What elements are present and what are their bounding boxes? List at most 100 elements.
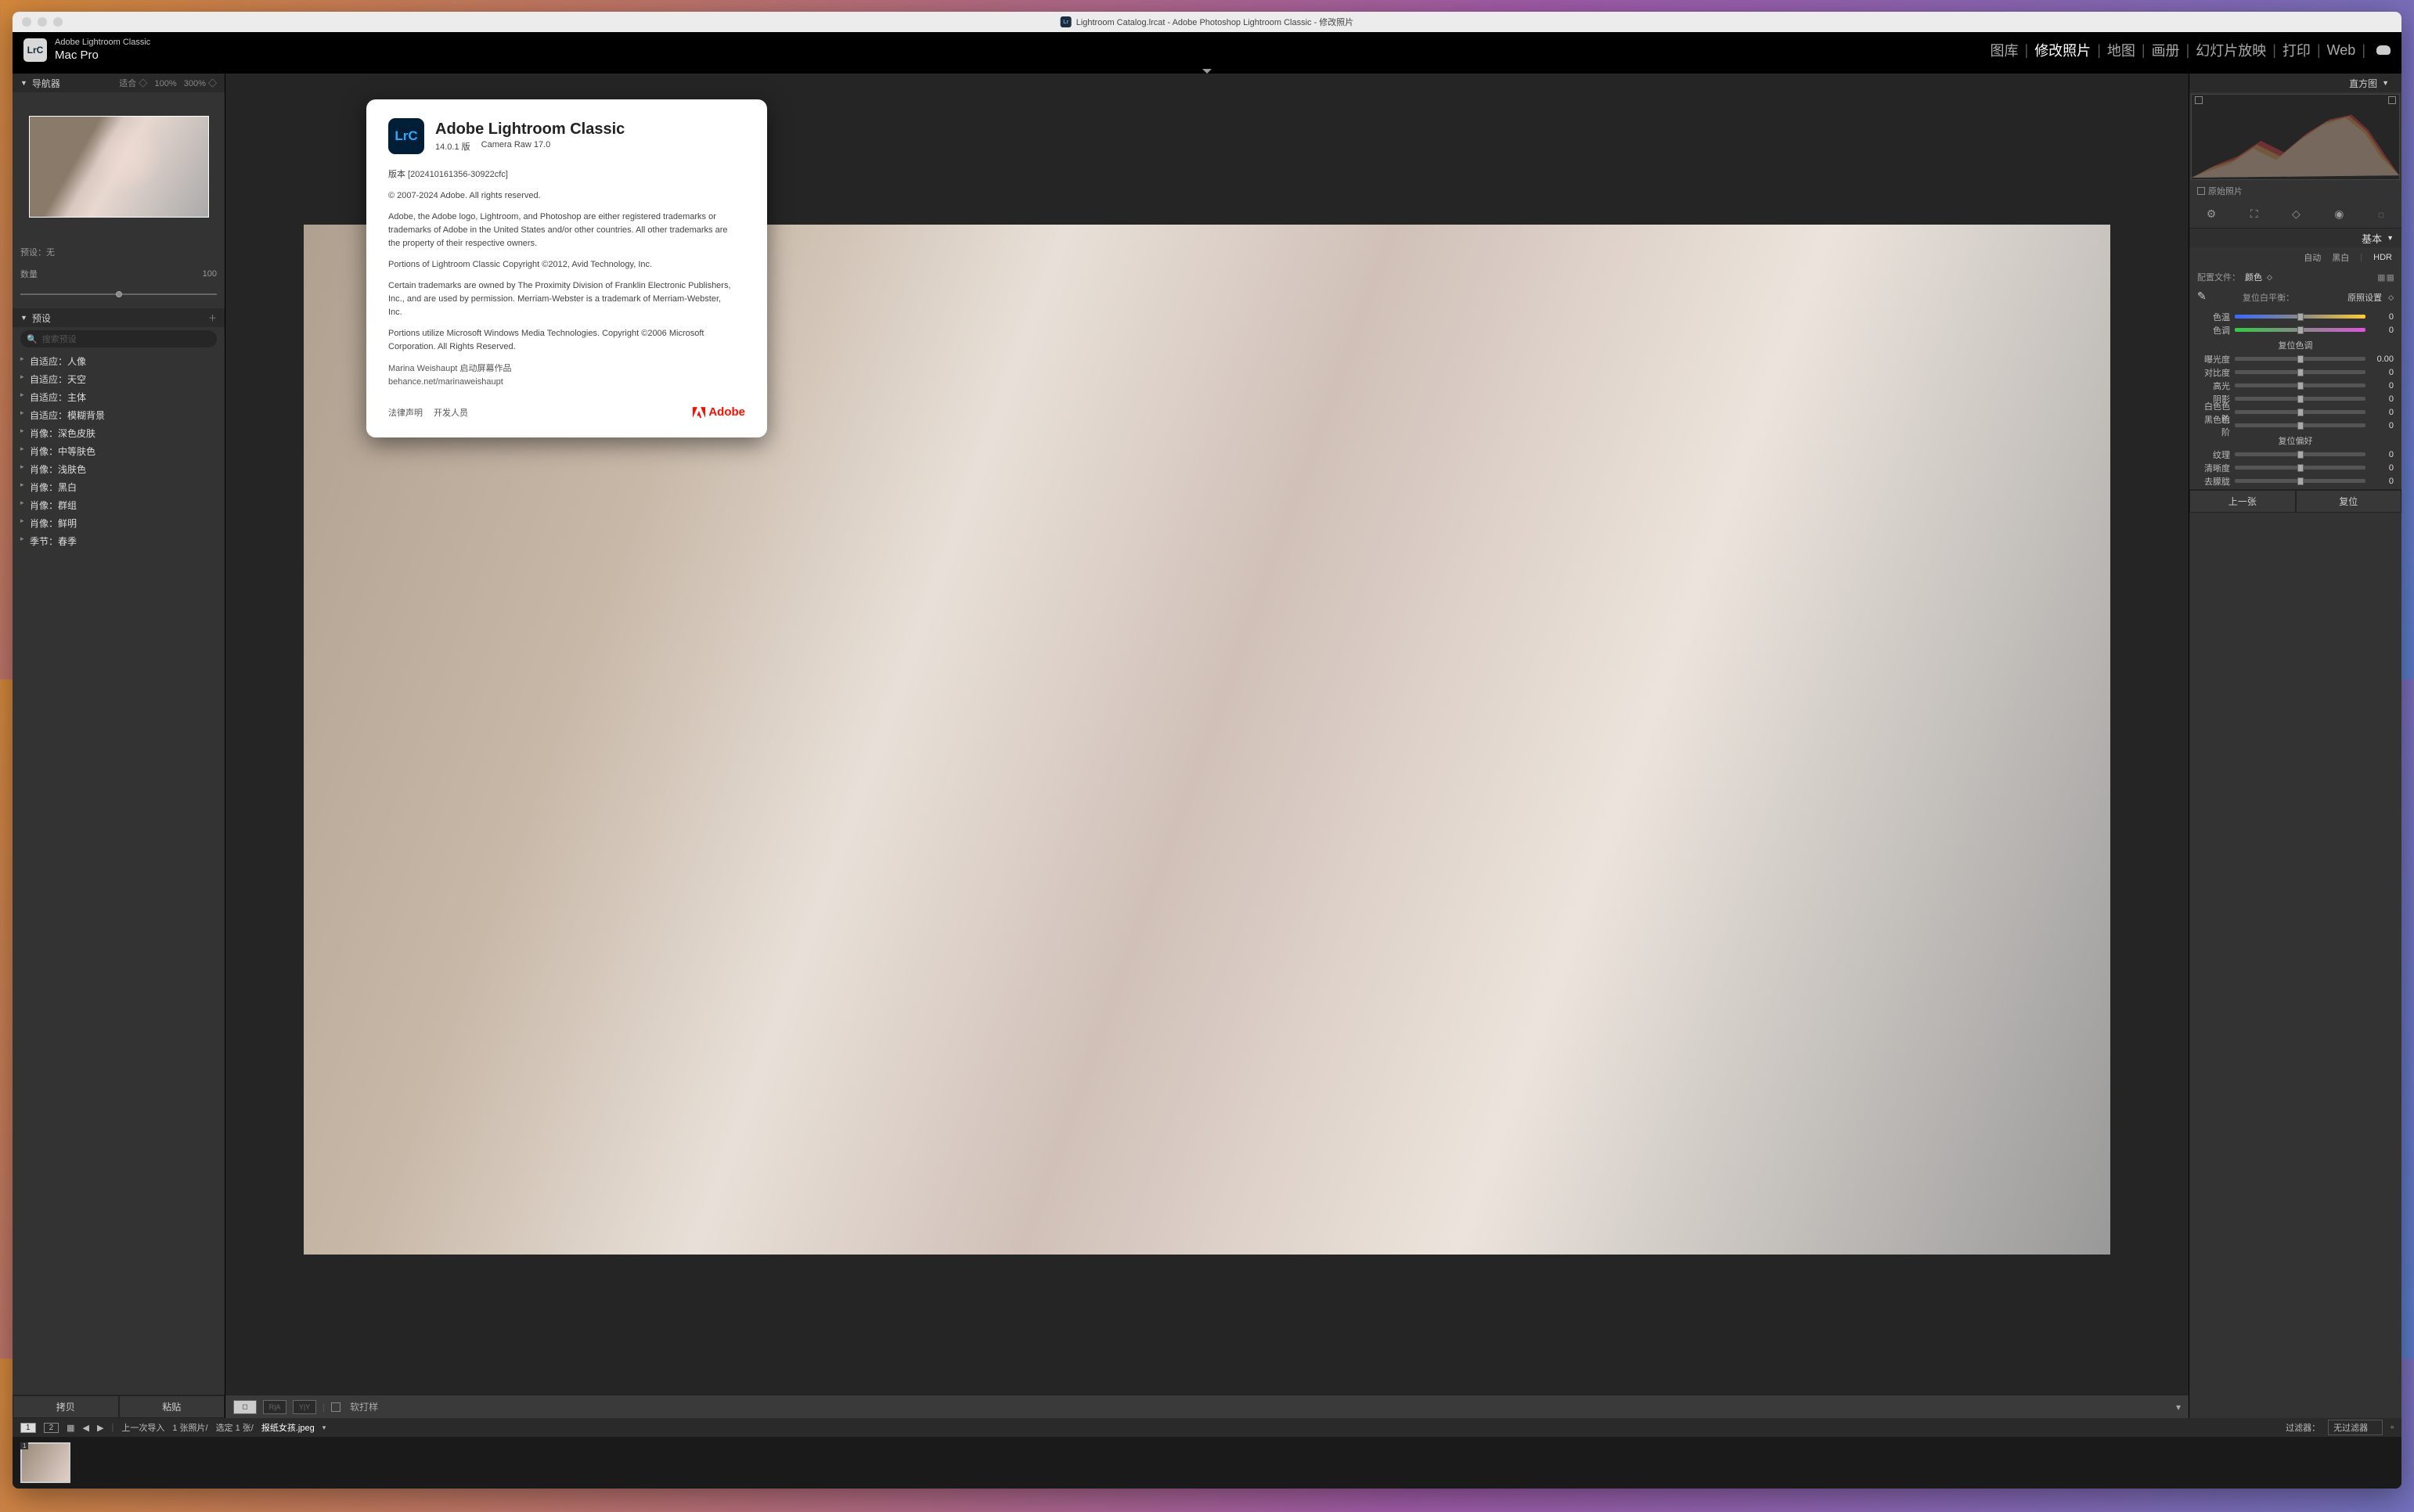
add-preset-icon[interactable]: ＋	[208, 311, 217, 324]
nav-web[interactable]: Web	[2327, 42, 2356, 59]
preset-item[interactable]: 肖像：中等肤色	[13, 442, 225, 460]
clip-highlight-icon[interactable]	[2388, 96, 2396, 104]
filmstrip-bar: 1 2 ▦ ◀ ▶ | 上一次导入 1 张照片/ 选定 1 张/ 报纸女孩.jp…	[13, 1418, 2401, 1437]
chevron-down-icon[interactable]: ◇	[2267, 273, 2272, 282]
paste-button[interactable]: 粘贴	[119, 1395, 225, 1418]
temp-slider[interactable]: 色温0	[2189, 310, 2401, 323]
next-photo-icon[interactable]: ▶	[97, 1423, 103, 1433]
preset-item[interactable]: 肖像：深色皮肤	[13, 424, 225, 442]
histogram-title: 直方图	[2349, 77, 2377, 90]
preset-item[interactable]: 自适应：主体	[13, 388, 225, 406]
about-version: 14.0.1 版	[435, 140, 470, 153]
bw-button[interactable]: 黑白	[2332, 251, 2349, 264]
preset-item[interactable]: 肖像：浅肤色	[13, 460, 225, 478]
filename-dropdown-icon[interactable]: ▾	[322, 1424, 326, 1432]
prev-photo-icon[interactable]: ◀	[83, 1423, 89, 1433]
about-body[interactable]: 版本 [202410161356-30922cfc] © 2007-2024 A…	[388, 168, 745, 398]
source-icon	[2197, 187, 2205, 195]
close-window-button[interactable]	[22, 17, 31, 27]
dehaze-slider[interactable]: 去朦胧0	[2189, 474, 2401, 488]
preset-item[interactable]: 自适应：人像	[13, 352, 225, 370]
navigator-thumbnail[interactable]	[29, 116, 209, 218]
nav-print[interactable]: 打印	[2282, 40, 2311, 60]
screen-1-button[interactable]: 1	[20, 1423, 36, 1433]
blacks-slider[interactable]: 黑色色阶0	[2189, 419, 2401, 432]
preset-item[interactable]: 肖像：鲜明	[13, 514, 225, 532]
clarity-slider[interactable]: 清晰度0	[2189, 461, 2401, 474]
navigator-zoom-controls[interactable]: 适合 ◇ 100% 300% ◇	[119, 77, 217, 89]
about-build: 版本 [202410161356-30922cfc]	[388, 168, 734, 182]
profile-browser-icon[interactable]: ▦ ▦	[2377, 272, 2394, 283]
loupe-view-button[interactable]: ◻	[233, 1400, 257, 1414]
nav-map[interactable]: 地图	[2107, 40, 2135, 60]
preset-search-placeholder: 搜索预设	[42, 333, 77, 345]
adjust-icon[interactable]: ⚙	[2207, 207, 2217, 221]
filmstrip-thumbnail[interactable]	[20, 1442, 70, 1483]
nav-book[interactable]: 画册	[2152, 40, 2180, 60]
brand-sub: Mac Pro	[55, 49, 150, 63]
nav-library[interactable]: 图库	[1991, 40, 2019, 60]
filter-lock-icon[interactable]: ▫	[2391, 1423, 2394, 1432]
tint-slider[interactable]: 色调0	[2189, 323, 2401, 337]
nav-slideshow[interactable]: 幻灯片放映	[2196, 40, 2266, 60]
legal-link[interactable]: 法律声明	[388, 406, 423, 419]
minimize-window-button[interactable]	[38, 17, 47, 27]
highlights-slider[interactable]: 高光0	[2189, 379, 2401, 392]
credits-link[interactable]: 开发人员	[434, 406, 468, 419]
exposure-slider[interactable]: 曝光度0.00	[2189, 352, 2401, 365]
preset-search[interactable]: 🔍 搜索预设	[20, 330, 217, 347]
texture-slider[interactable]: 纹理0	[2189, 448, 2401, 461]
before-after-button[interactable]: R|A	[263, 1400, 286, 1414]
softproof-label: 软打样	[350, 1400, 378, 1413]
top-panel-toggle[interactable]	[13, 68, 2401, 74]
preset-item[interactable]: 自适应：天空	[13, 370, 225, 388]
about-credit: Marina Weishaupt 启动屏幕作品 behance.net/mari…	[388, 362, 734, 389]
histogram[interactable]	[2191, 94, 2400, 180]
wb-value[interactable]: 原照设置	[2347, 291, 2382, 304]
reset-button[interactable]: 复位	[2296, 490, 2402, 513]
search-icon: 🔍	[27, 334, 38, 344]
mask-icon[interactable]: ◌	[2378, 208, 2384, 221]
hdr-button[interactable]: HDR	[2373, 253, 2392, 262]
preset-amount-slider[interactable]	[20, 286, 217, 302]
toolbar-menu-button[interactable]: ▾	[2176, 1402, 2181, 1413]
filter-value[interactable]: 无过滤器	[2328, 1420, 2383, 1435]
presets-header[interactable]: ▼ 预设 ＋	[13, 308, 225, 327]
preset-item[interactable]: 肖像：群组	[13, 496, 225, 514]
auto-button[interactable]: 自动	[2304, 251, 2321, 264]
nav-develop[interactable]: 修改照片	[2034, 40, 2091, 60]
adobe-logo: Adobe	[693, 405, 745, 419]
grid-icon[interactable]: ▦	[67, 1423, 74, 1433]
yy-view-button[interactable]: Y|Y	[293, 1400, 316, 1414]
clip-shadow-icon[interactable]	[2195, 96, 2203, 104]
about-version-row: 14.0.1 版 Camera Raw 17.0	[435, 140, 625, 153]
cloud-sync-icon[interactable]	[2376, 45, 2391, 55]
center-toolbar: ◻ R|A Y|Y | 软打样 ▾	[225, 1395, 2189, 1418]
navigator-header[interactable]: ▼ 导航器 适合 ◇ 100% 300% ◇	[13, 74, 225, 92]
topbar: LrC Adobe Lightroom Classic Mac Pro 图库| …	[13, 32, 2401, 68]
about-trademark-4: Portions utilize Microsoft Windows Media…	[388, 327, 734, 354]
eyedropper-icon[interactable]: ✎	[2197, 290, 2213, 305]
zoom-window-button[interactable]	[53, 17, 63, 27]
preset-item[interactable]: 肖像：黑白	[13, 478, 225, 496]
redeye-icon[interactable]: ◉	[2334, 207, 2344, 221]
contrast-slider[interactable]: 对比度0	[2189, 365, 2401, 379]
chevron-down-icon[interactable]: ◇	[2388, 293, 2394, 302]
histogram-header[interactable]: 直方图 ▼	[2189, 74, 2401, 92]
copy-button[interactable]: 拷贝	[13, 1395, 119, 1418]
profile-value[interactable]: 颜色	[2245, 271, 2262, 283]
screen-2-button[interactable]: 2	[44, 1423, 59, 1433]
disclosure-icon: ▼	[20, 314, 27, 322]
source-label[interactable]: 上一次导入	[121, 1421, 164, 1434]
preset-item[interactable]: 自适应：模糊背景	[13, 406, 225, 424]
basic-header[interactable]: 基本 ▼	[2189, 229, 2401, 247]
module-nav: 图库| 修改照片| 地图| 画册| 幻灯片放映| 打印| Web|	[1991, 40, 2391, 60]
previous-button[interactable]: 上一张	[2189, 490, 2296, 513]
crop-icon[interactable]: ⛶	[2250, 207, 2258, 221]
softproof-checkbox[interactable]	[331, 1402, 340, 1412]
preset-item[interactable]: 季节：春季	[13, 532, 225, 550]
tone-reset-label[interactable]: 复位色调	[2189, 337, 2401, 352]
brand-icon: LrC	[23, 38, 47, 62]
histogram-source-row[interactable]: 原始照片	[2189, 182, 2401, 200]
heal-icon[interactable]: ◇	[2292, 207, 2301, 221]
